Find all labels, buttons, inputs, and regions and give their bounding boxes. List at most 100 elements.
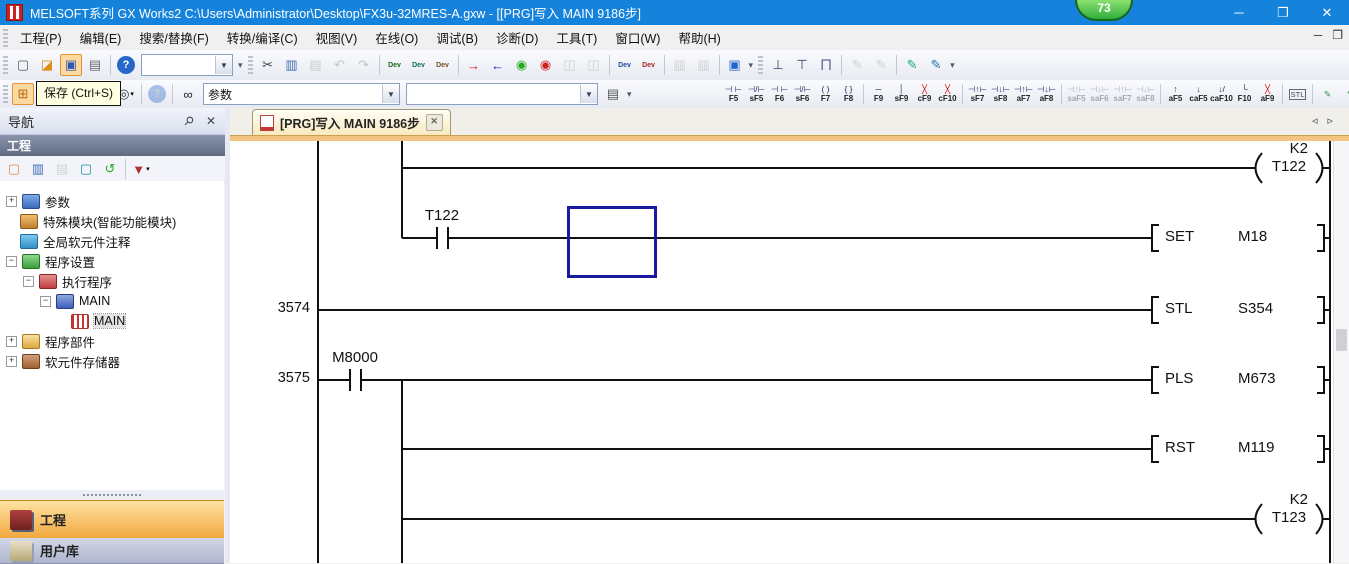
rising-edge-op-button[interactable]: ↑aF5 bbox=[1164, 81, 1187, 108]
ladder-edit-cursor[interactable] bbox=[567, 206, 657, 278]
paste-icon[interactable]: ▤ bbox=[305, 54, 327, 76]
tree-item-main-6[interactable]: MAIN bbox=[0, 311, 224, 331]
project-view-button[interactable]: 工程 bbox=[0, 500, 224, 539]
edit-statement-icon[interactable]: ✎ bbox=[846, 54, 868, 76]
tree-item--7[interactable]: +程序部件 bbox=[0, 331, 224, 351]
toolbar-combo[interactable]: ▼ bbox=[141, 54, 233, 76]
toolbar-overflow-icon[interactable]: ▾ bbox=[238, 60, 243, 71]
insert-open-branch-icon[interactable]: ⊥ bbox=[767, 54, 789, 76]
tree-expander-icon[interactable]: − bbox=[23, 276, 34, 287]
open-contact-button[interactable]: ⊣ ⊢F5 bbox=[722, 81, 745, 108]
undo-icon[interactable]: ↶ bbox=[329, 54, 351, 76]
open-branch-button[interactable]: ⊣ ⊢F6 bbox=[768, 81, 791, 108]
copy-item-icon[interactable]: ▥ bbox=[27, 158, 49, 180]
find-binoculars-icon[interactable]: ∞ bbox=[177, 83, 199, 105]
toolbar-overflow-icon[interactable]: ▾ bbox=[950, 60, 955, 71]
toolbar-combo[interactable]: ▼ bbox=[406, 83, 598, 105]
print-preview-icon[interactable]: ▤ bbox=[602, 83, 624, 105]
tree-expander-icon[interactable]: + bbox=[6, 336, 17, 347]
combo-dropdown-icon[interactable]: ▼ bbox=[215, 56, 232, 74]
rising-pulse-button[interactable]: ⊣↑⊢sF7 bbox=[966, 81, 989, 108]
sort-filter-icon[interactable]: ▼▾ bbox=[130, 158, 152, 180]
draw-line-button[interactable]: └F10 bbox=[1233, 81, 1256, 108]
falling-pulse-close-button[interactable]: ⊣↓⊢saF6 bbox=[1088, 81, 1111, 108]
tree-expander-icon[interactable]: + bbox=[6, 196, 17, 207]
stop-monitoring-icon[interactable]: ◉ bbox=[535, 54, 557, 76]
monitor-write-mode-icon[interactable]: ← bbox=[487, 54, 509, 76]
open-file-icon[interactable]: ◪ bbox=[36, 54, 58, 76]
menu-item-7[interactable]: 诊断(D) bbox=[487, 25, 547, 50]
falling-edge-op-button[interactable]: ↓caF5 bbox=[1187, 81, 1210, 108]
stl-instruction-button[interactable]: STL bbox=[1286, 81, 1309, 108]
application-instruction-button[interactable]: { }F8 bbox=[837, 81, 860, 108]
mdi-restore-button[interactable]: ❐ bbox=[1332, 28, 1343, 42]
menu-item-0[interactable]: 工程(P) bbox=[11, 25, 71, 50]
horizontal-line-button[interactable]: ─F9 bbox=[867, 81, 890, 108]
refresh-icon[interactable]: ↺ bbox=[99, 158, 121, 180]
tree-expander-icon[interactable]: − bbox=[40, 296, 51, 307]
dropdown-arrow-icon[interactable]: ▾ bbox=[130, 90, 134, 98]
coil-button[interactable]: ( )F7 bbox=[814, 81, 837, 108]
help-icon[interactable]: ? bbox=[117, 56, 135, 74]
combo-dropdown-icon[interactable]: ▼ bbox=[382, 85, 399, 103]
paste-item-icon[interactable]: ▤ bbox=[51, 158, 73, 180]
statement-display-icon[interactable]: ✎ bbox=[901, 54, 923, 76]
read-from-plc-icon[interactable]: Dev bbox=[408, 54, 430, 76]
close-button[interactable]: ✕ bbox=[1305, 0, 1349, 25]
tree-item--1[interactable]: 特殊模块(智能功能模块) bbox=[0, 211, 224, 231]
delete-line-button[interactable]: ╳aF9 bbox=[1256, 81, 1279, 108]
cross-reference-icon[interactable]: ▥ bbox=[669, 54, 691, 76]
redo-icon[interactable]: ↷ bbox=[353, 54, 375, 76]
tree-item--8[interactable]: +软元件存储器 bbox=[0, 351, 224, 371]
help-context-icon[interactable]: ? bbox=[148, 85, 166, 103]
toolbar-overflow-icon[interactable]: ▾ bbox=[627, 89, 632, 100]
close-panel-icon[interactable]: ✕ bbox=[203, 114, 219, 128]
ladder-canvas[interactable]: T122K2T122SETM18STLS3543574M8000PLSM6733… bbox=[230, 141, 1334, 563]
save-file-icon[interactable]: ▣ bbox=[60, 54, 82, 76]
tab-main-program[interactable]: [PRG]写入 MAIN 9186步 ✕ bbox=[252, 109, 451, 135]
rising-pulse-branch-button[interactable]: ⊣↑⊢aF7 bbox=[1012, 81, 1035, 108]
tree-expander-icon[interactable]: − bbox=[6, 256, 17, 267]
menu-item-8[interactable]: 工具(T) bbox=[547, 25, 606, 50]
tree-item-main-5[interactable]: −MAIN bbox=[0, 291, 224, 311]
menu-item-4[interactable]: 视图(V) bbox=[307, 25, 367, 50]
note-display-icon[interactable]: ✎ bbox=[925, 54, 947, 76]
ladder-comment-edit-button[interactable]: ✎ bbox=[1339, 81, 1349, 108]
falling-pulse-branch-button[interactable]: ⊣↓⊢aF8 bbox=[1035, 81, 1058, 108]
combo-dropdown-icon[interactable]: ▼ bbox=[580, 85, 597, 103]
program-monitor-icon[interactable]: ▣ bbox=[724, 54, 746, 76]
close-contact-button[interactable]: ⊣/⊢sF5 bbox=[745, 81, 768, 108]
toolbar-combo[interactable]: 参数▼ bbox=[203, 83, 400, 105]
resume-monitoring-icon[interactable]: ◫ bbox=[583, 54, 605, 76]
edit-note-icon[interactable]: ✎ bbox=[870, 54, 892, 76]
panel-splitter[interactable] bbox=[0, 490, 224, 500]
new-item-icon[interactable]: ▢ bbox=[3, 158, 25, 180]
delete-vertical-line-button[interactable]: ╳cF10 bbox=[936, 81, 959, 108]
device-list-icon[interactable]: ▥ bbox=[693, 54, 715, 76]
scrollbar-thumb[interactable] bbox=[1336, 329, 1347, 351]
print-icon[interactable]: ▤ bbox=[84, 54, 106, 76]
falling-pulse-button[interactable]: ⊣↓⊢sF8 bbox=[989, 81, 1012, 108]
tree-item--2[interactable]: 全局软元件注释 bbox=[0, 231, 224, 251]
vertical-scrollbar[interactable] bbox=[1333, 141, 1349, 563]
falling-pulse-close-branch-button[interactable]: ⊣↓⊢saF8 bbox=[1134, 81, 1157, 108]
insert-close-branch-icon[interactable]: ⊤ bbox=[791, 54, 813, 76]
delete-horizontal-line-button[interactable]: ╳cF9 bbox=[913, 81, 936, 108]
insert-pulse-branch-icon[interactable]: ⨅ bbox=[815, 54, 837, 76]
navigation-window-toggle-icon[interactable]: ⊞ bbox=[12, 83, 34, 105]
device-batch-monitor-icon[interactable]: Dev bbox=[614, 54, 636, 76]
start-monitoring-icon[interactable]: ◉ bbox=[511, 54, 533, 76]
tree-item--0[interactable]: +参数 bbox=[0, 191, 224, 211]
menu-item-5[interactable]: 在线(O) bbox=[366, 25, 427, 50]
dropdown-arrow-icon[interactable]: ▾ bbox=[146, 165, 150, 173]
close-branch-button[interactable]: ⊣/⊢sF6 bbox=[791, 81, 814, 108]
invert-op-button[interactable]: ↓/caF10 bbox=[1210, 81, 1233, 108]
menu-item-3[interactable]: 转换/编译(C) bbox=[218, 25, 307, 50]
mdi-minimize-button[interactable]: ─ bbox=[1314, 28, 1323, 42]
write-to-plc-icon[interactable]: Dev bbox=[384, 54, 406, 76]
restore-button[interactable]: ❐ bbox=[1261, 0, 1305, 25]
tree-item--3[interactable]: −程序设置 bbox=[0, 251, 224, 271]
pin-icon[interactable]: ⚲ bbox=[178, 110, 199, 131]
tab-close-icon[interactable]: ✕ bbox=[426, 114, 443, 131]
tree-expander-icon[interactable]: + bbox=[6, 356, 17, 367]
